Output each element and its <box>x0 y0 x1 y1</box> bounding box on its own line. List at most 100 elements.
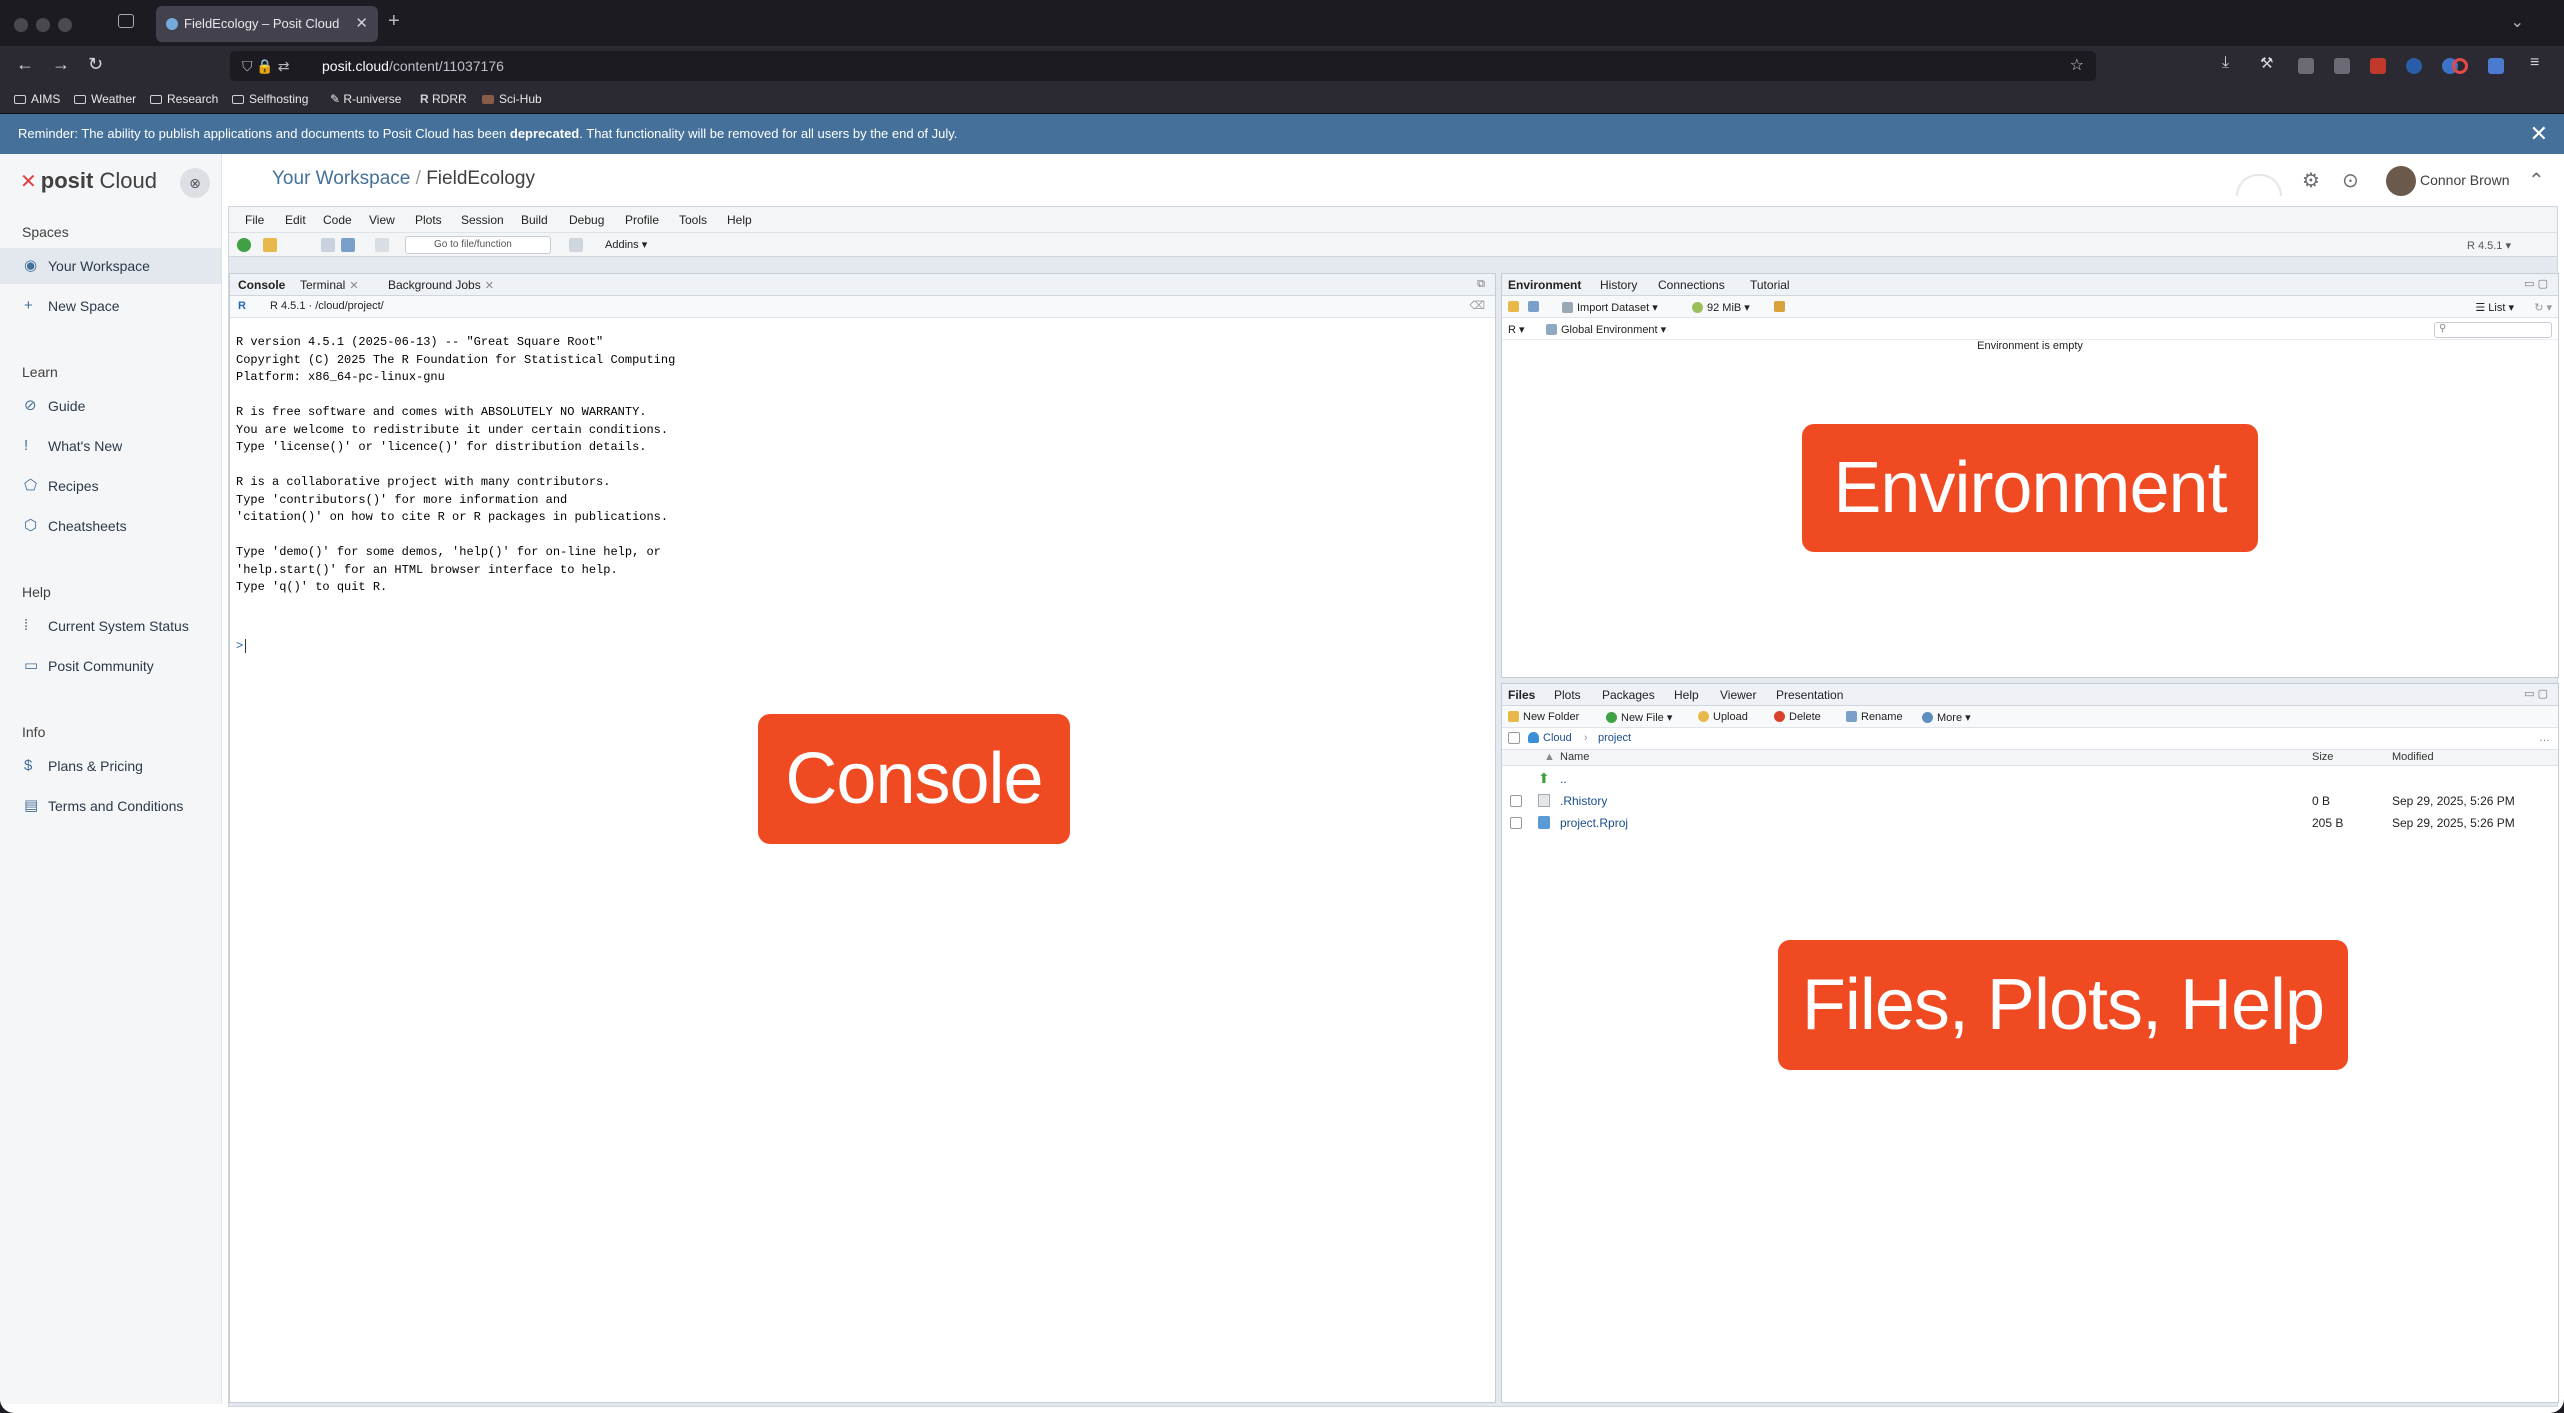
close-window-button[interactable] <box>14 18 28 32</box>
extension-icon[interactable] <box>2370 58 2386 74</box>
tab-presentation[interactable]: Presentation <box>1776 688 1843 702</box>
import-dataset-dropdown[interactable]: Import Dataset ▾ <box>1562 301 1658 314</box>
bookmark-star-icon[interactable]: ☆ <box>2070 51 2084 81</box>
tab-background-jobs[interactable]: Background Jobs ✕ <box>388 278 494 292</box>
console-path[interactable]: R 4.5.1 · /cloud/project/ <box>270 300 384 312</box>
file-name[interactable]: .Rhistory <box>1560 794 1607 808</box>
browser-tab-active[interactable]: FieldEcology – Posit Cloud ✕ <box>156 6 378 42</box>
workspace-panes-icon[interactable] <box>569 238 583 252</box>
close-tab-icon[interactable]: ✕ <box>355 6 368 42</box>
settings-gear-icon[interactable]: ⚙ <box>2302 168 2320 193</box>
back-arrow-icon[interactable]: ← <box>16 54 34 75</box>
save-workspace-icon[interactable] <box>1528 301 1543 313</box>
new-file-dropdown[interactable]: New File ▾ <box>1606 711 1672 724</box>
menu-icon[interactable]: ≡ <box>2530 54 2539 72</box>
sidebar-item-new-space[interactable]: + New Space <box>0 288 221 324</box>
tab-overview-icon[interactable] <box>118 14 134 28</box>
sidebar-item-system-status[interactable]: ⁞ Current System Status <box>0 608 221 644</box>
bookmark-folder[interactable]: Research <box>150 92 218 106</box>
r-version-dropdown[interactable]: R 4.5.1 ▾ <box>2467 239 2511 252</box>
table-row[interactable]: project.Rproj 205 B Sep 29, 2025, 5:26 P… <box>1502 812 2558 834</box>
save-icon[interactable] <box>321 238 335 252</box>
breadcrumb-workspace-link[interactable]: Your Workspace <box>272 168 410 189</box>
file-name[interactable]: project.Rproj <box>1560 816 1628 830</box>
sidebar-item-plans[interactable]: $ Plans & Pricing <box>0 748 221 784</box>
shield-lock-icon[interactable]: ⛉ 🔒 ⇄ <box>242 51 289 81</box>
sidebar-item-whats-new[interactable]: ! What's New <box>0 428 221 464</box>
maximize-window-button[interactable] <box>58 18 72 32</box>
tab-tutorial[interactable]: Tutorial <box>1750 278 1790 292</box>
tab-packages[interactable]: Packages <box>1602 688 1655 702</box>
bookmark-link[interactable]: R RDRR <box>420 92 467 106</box>
sidebar-item-terms[interactable]: ▤ Terms and Conditions <box>0 788 221 824</box>
menu-profile[interactable]: Profile <box>625 213 659 227</box>
select-all-checkbox[interactable] <box>1508 732 1520 747</box>
more-options-icon[interactable]: ⊙ <box>2342 168 2359 193</box>
console-prompt[interactable]: > <box>236 639 247 653</box>
more-dropdown[interactable]: More ▾ <box>1922 711 1971 724</box>
banner-close-icon[interactable]: ✕ <box>2530 114 2548 154</box>
sort-up-icon[interactable]: ▲ <box>1544 751 1555 763</box>
new-tab-button[interactable]: + <box>388 10 400 33</box>
file-checkbox[interactable] <box>1510 795 1522 807</box>
tab-plots[interactable]: Plots <box>1554 688 1581 702</box>
downloads-icon[interactable]: ⤓ <box>2222 54 2229 72</box>
delete-button[interactable]: Delete <box>1774 711 1821 723</box>
list-tabs-chevron-icon[interactable]: ⌄ <box>2511 12 2524 32</box>
memory-usage-dropdown[interactable]: 92 MiB ▾ <box>1692 301 1750 314</box>
color-ring-extension-icon[interactable] <box>2452 58 2468 74</box>
menu-session[interactable]: Session <box>461 213 504 227</box>
refresh-icon[interactable]: ↻ ▾ <box>2534 301 2552 314</box>
minimize-maximize-pane-icon[interactable]: ▭ ▢ <box>2524 277 2548 290</box>
tab-files[interactable]: Files <box>1508 688 1535 702</box>
tab-history[interactable]: History <box>1600 278 1637 292</box>
new-file-icon[interactable] <box>237 238 251 252</box>
path-project-link[interactable]: project <box>1598 732 1631 744</box>
column-size[interactable]: Size <box>2312 751 2333 763</box>
tab-terminal[interactable]: Terminal ✕ <box>300 278 359 292</box>
parent-directory-link[interactable]: .. <box>1560 772 1567 786</box>
menu-tools[interactable]: Tools <box>679 213 707 227</box>
bookmark-folder[interactable]: Weather <box>74 92 136 106</box>
posit-cloud-logo[interactable]: ✕ posit Cloud <box>20 168 157 194</box>
addins-dropdown[interactable]: Addins ▾ <box>605 238 647 251</box>
table-row[interactable]: .Rhistory 0 B Sep 29, 2025, 5:26 PM <box>1502 790 2558 812</box>
environment-search-input[interactable]: ⚲ <box>2434 322 2552 338</box>
menu-code[interactable]: Code <box>323 213 352 227</box>
collapse-sidebar-button[interactable]: ⊗ <box>180 168 210 198</box>
menu-plots[interactable]: Plots <box>415 213 442 227</box>
bookmark-link[interactable]: ✎ R-universe <box>330 92 401 106</box>
new-folder-button[interactable]: New Folder <box>1508 711 1579 723</box>
bookmark-link[interactable]: Sci-Hub <box>482 92 542 106</box>
menu-build[interactable]: Build <box>521 213 548 227</box>
menu-debug[interactable]: Debug <box>569 213 604 227</box>
tab-viewer[interactable]: Viewer <box>1720 688 1756 702</box>
reader-extension-icon[interactable] <box>2488 58 2504 74</box>
extension-icon[interactable] <box>2298 58 2314 74</box>
menu-help[interactable]: Help <box>727 213 752 227</box>
tab-help[interactable]: Help <box>1674 688 1699 702</box>
minimize-maximize-pane-icon[interactable]: ▭ ▢ <box>2524 687 2548 700</box>
tab-console[interactable]: Console <box>238 278 285 292</box>
menu-edit[interactable]: Edit <box>285 213 306 227</box>
column-name[interactable]: Name <box>1560 751 1589 763</box>
path-cloud-link[interactable]: Cloud <box>1528 732 1572 744</box>
sidebar-item-cheatsheets[interactable]: ⬡ Cheatsheets <box>0 508 221 544</box>
resource-gauge-icon[interactable] <box>2236 174 2282 196</box>
save-all-icon[interactable] <box>341 238 355 252</box>
menu-file[interactable]: File <box>245 213 264 227</box>
forward-arrow-icon[interactable]: → <box>52 54 70 75</box>
go-to-file-input[interactable]: Go to file/function <box>405 236 551 254</box>
address-bar[interactable]: ⛉ 🔒 ⇄ posit.cloud/content/11037176 ☆ <box>230 51 2096 81</box>
sidebar-item-guide[interactable]: ⊘ Guide <box>0 388 221 424</box>
bookmark-folder[interactable]: Selfhosting <box>232 92 308 106</box>
column-modified[interactable]: Modified <box>2392 751 2434 763</box>
sidebar-item-community[interactable]: ▭ Posit Community <box>0 648 221 684</box>
extension-icon[interactable] <box>2334 58 2350 74</box>
minimize-window-button[interactable] <box>36 18 50 32</box>
sidebar-item-your-workspace[interactable]: ◉ Your Workspace <box>0 248 221 284</box>
clear-workspace-broom-icon[interactable] <box>1774 301 1789 313</box>
file-checkbox[interactable] <box>1510 817 1522 829</box>
password-manager-icon[interactable] <box>2406 58 2422 74</box>
print-icon[interactable] <box>375 238 389 252</box>
